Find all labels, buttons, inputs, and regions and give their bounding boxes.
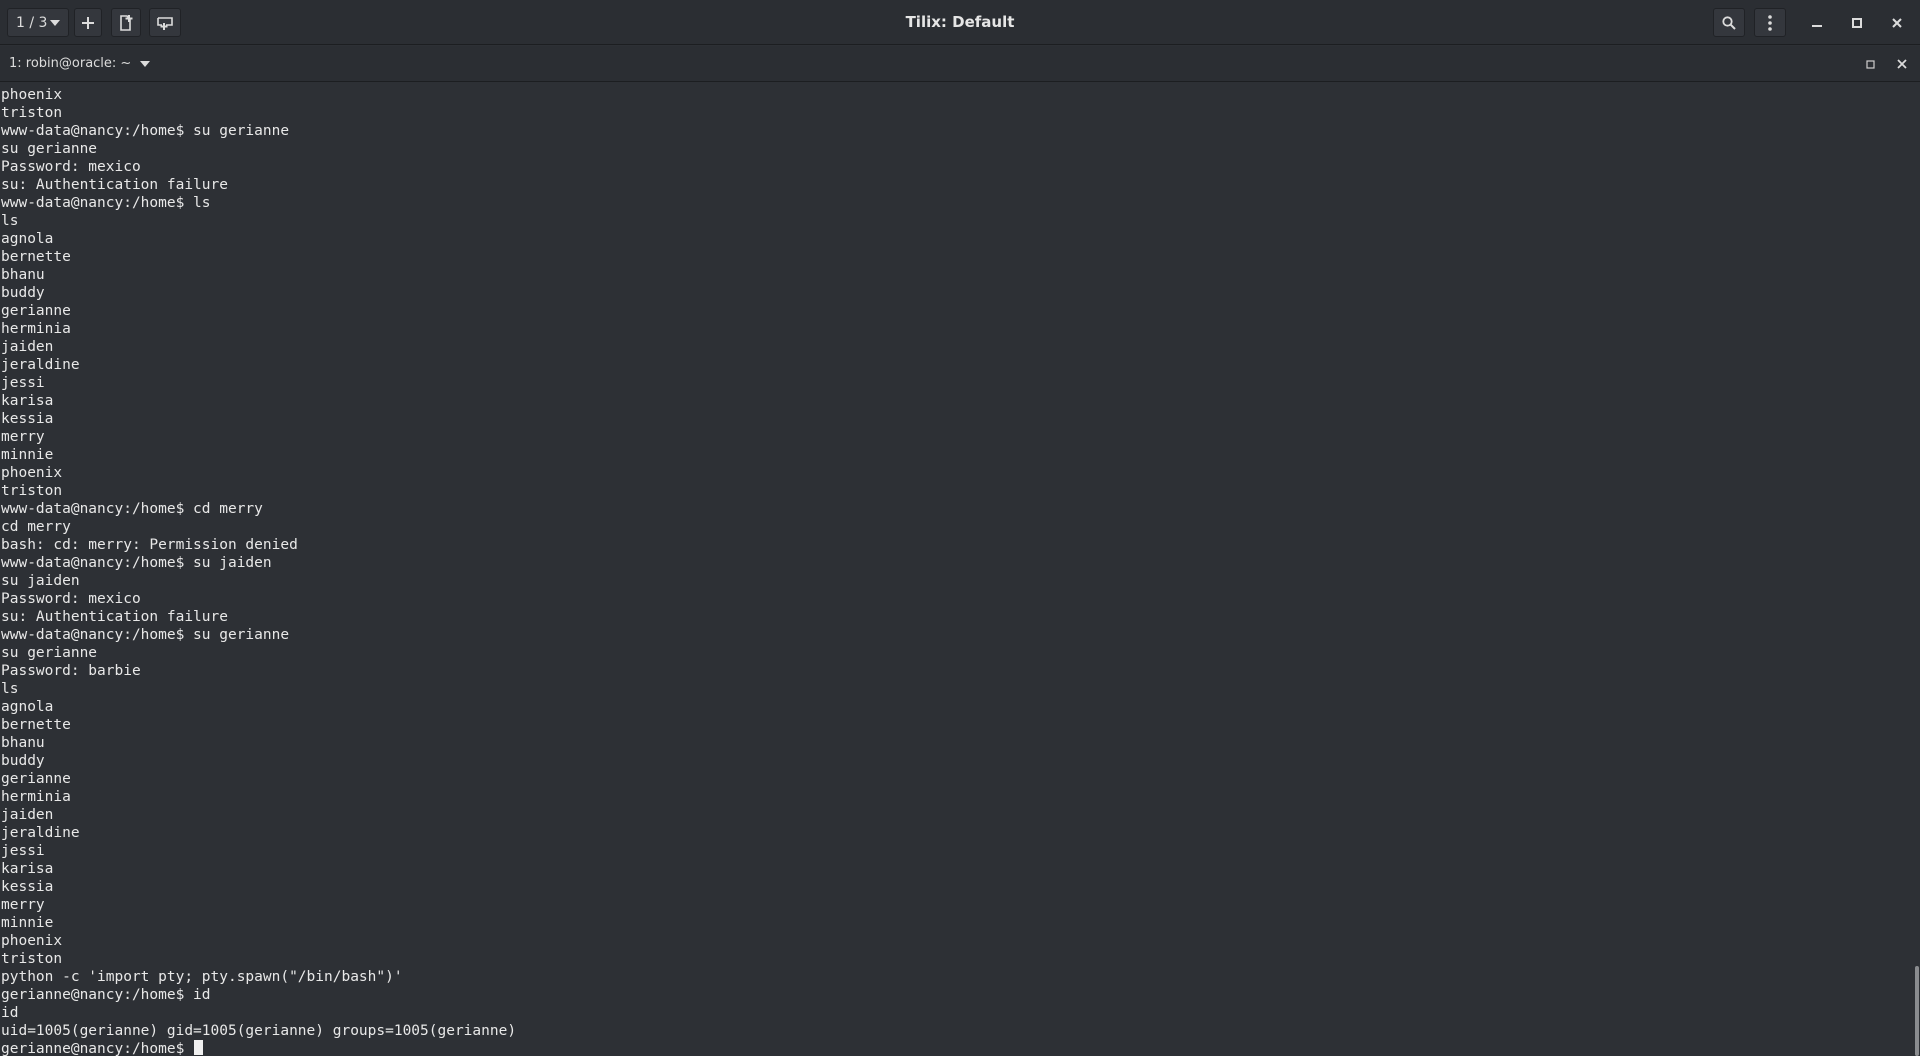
terminal-line: gerianne@nancy:/home$ id xyxy=(1,987,211,1003)
terminal-line: Password: mexico xyxy=(1,159,141,175)
terminal-line: herminia xyxy=(1,789,71,805)
terminal-line: python -c 'import pty; pty.spawn("/bin/b… xyxy=(1,969,403,985)
terminal-line: bernette xyxy=(1,249,71,265)
terminal-line: www-data@nancy:/home$ ls xyxy=(1,195,211,211)
terminal-title-bar: 1: robin@oracle: ~ xyxy=(0,46,1920,82)
terminal-line: jeraldine xyxy=(1,825,80,841)
terminal-line: agnola xyxy=(1,231,54,247)
terminal-line: bhanu xyxy=(1,267,45,283)
terminal-line: phoenix xyxy=(1,87,63,103)
terminal-line: uid=1005(gerianne) gid=1005(gerianne) gr… xyxy=(1,1023,517,1039)
terminal-line: su gerianne xyxy=(1,645,98,661)
tilix-window: 1 / 3 Tilix: Default 1: robin@oracle: ~ … xyxy=(0,0,1920,1056)
header-bar: 1 / 3 Tilix: Default xyxy=(0,0,1920,45)
plus-icon xyxy=(82,16,94,29)
terminal-line: bhanu xyxy=(1,735,45,751)
terminal-line: www-data@nancy:/home$ su gerianne xyxy=(1,123,290,139)
terminal-lines: phoenix triston www-data@nancy:/home$ su g… xyxy=(1,86,516,1056)
terminal-line: minnie xyxy=(1,447,54,463)
terminal-line: jessi xyxy=(1,375,45,391)
terminal-line: triston xyxy=(1,105,63,121)
terminal-line: jeraldine xyxy=(1,357,80,373)
terminal-line: Password: mexico xyxy=(1,591,141,607)
chevron-down-icon[interactable] xyxy=(140,61,150,67)
terminal-line: su gerianne xyxy=(1,141,98,157)
terminal-line: triston xyxy=(1,483,63,499)
terminal-line: cd merry xyxy=(1,519,71,535)
terminal-line: ls xyxy=(1,681,19,697)
terminal-line: gerianne xyxy=(1,771,71,787)
split-vertical-icon xyxy=(120,14,133,31)
terminal-line: jaiden xyxy=(1,339,54,355)
search-button[interactable] xyxy=(1713,8,1745,37)
terminal-line: www-data@nancy:/home$ cd merry xyxy=(1,501,263,517)
terminal-line: jessi xyxy=(1,843,45,859)
chevron-down-icon xyxy=(50,20,60,26)
maximize-icon xyxy=(1852,17,1862,28)
add-session-button[interactable] xyxy=(74,8,102,37)
terminal-line: phoenix xyxy=(1,465,63,481)
terminal-line: triston xyxy=(1,951,63,967)
session-counter: 1 / 3 xyxy=(16,14,48,31)
minimize-icon xyxy=(1812,24,1822,27)
terminal-line: phoenix xyxy=(1,933,63,949)
terminal-line: www-data@nancy:/home$ su jaiden xyxy=(1,555,272,571)
split-vertical-button[interactable] xyxy=(111,8,141,37)
scrollbar-thumb[interactable] xyxy=(1915,966,1919,1056)
terminal-scrollbar[interactable] xyxy=(1914,82,1920,1056)
terminal-line: su: Authentication failure xyxy=(1,609,228,625)
terminal-line: ls xyxy=(1,213,19,229)
terminal-line: herminia xyxy=(1,321,71,337)
search-icon xyxy=(1722,15,1736,30)
terminal-prompt-line[interactable]: gerianne@nancy:/home$ xyxy=(1,1040,516,1056)
terminal-line: Password: barbie xyxy=(1,663,141,679)
terminal-line: karisa xyxy=(1,861,54,877)
terminal-maximize-button[interactable] xyxy=(1860,54,1880,74)
terminal-title[interactable]: 1: robin@oracle: ~ xyxy=(9,46,131,82)
session-switcher-button[interactable]: 1 / 3 xyxy=(7,8,69,37)
terminal-line: karisa xyxy=(1,393,54,409)
terminal-line: kessia xyxy=(1,411,54,427)
maximize-button[interactable] xyxy=(1842,8,1872,37)
terminal-output[interactable]: phoenix triston www-data@nancy:/home$ su g… xyxy=(0,82,1914,1056)
terminal-line: bernette xyxy=(1,717,71,733)
terminal-line: bash: cd: merry: Permission denied xyxy=(1,537,298,553)
minimize-button[interactable] xyxy=(1802,8,1832,37)
menu-button[interactable] xyxy=(1754,8,1786,37)
terminal-close-button[interactable] xyxy=(1892,54,1912,74)
close-icon xyxy=(1892,17,1902,28)
shell-prompt: gerianne@nancy:/home$ xyxy=(1,1041,194,1056)
window-title: Tilix: Default xyxy=(905,13,1015,31)
terminal-line: buddy xyxy=(1,753,45,769)
split-horizontal-icon xyxy=(157,16,173,30)
terminal-line: merry xyxy=(1,429,45,445)
terminal-line: su: Authentication failure xyxy=(1,177,228,193)
terminal-line: jaiden xyxy=(1,807,54,823)
text-cursor xyxy=(194,1040,204,1055)
terminal-line: id xyxy=(1,1005,19,1021)
terminal-line: kessia xyxy=(1,879,54,895)
terminal-line: www-data@nancy:/home$ su gerianne xyxy=(1,627,290,643)
kebab-menu-icon xyxy=(1768,14,1772,31)
terminal-line: buddy xyxy=(1,285,45,301)
split-horizontal-button[interactable] xyxy=(149,8,181,37)
terminal-line: su jaiden xyxy=(1,573,80,589)
close-button[interactable] xyxy=(1882,8,1912,37)
close-icon xyxy=(1897,59,1907,69)
terminal-line: agnola xyxy=(1,699,54,715)
terminal-line: merry xyxy=(1,897,45,913)
terminal-line: gerianne xyxy=(1,303,71,319)
maximize-icon xyxy=(1865,59,1875,69)
terminal-line: minnie xyxy=(1,915,54,931)
